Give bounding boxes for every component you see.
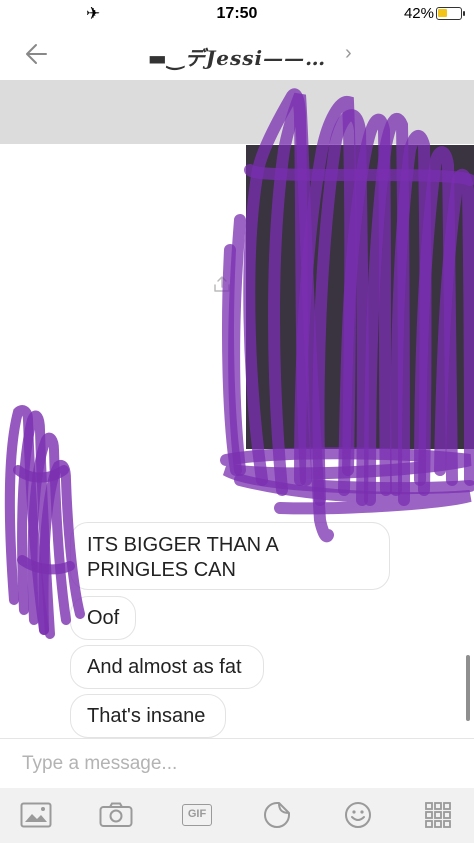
- message-bubble[interactable]: That's insane: [70, 694, 226, 738]
- battery-icon: [436, 7, 465, 20]
- sticker-button[interactable]: [259, 798, 295, 832]
- status-bar: ✈ 17:50 42%: [0, 0, 474, 28]
- more-button[interactable]: [420, 798, 456, 832]
- message-bubble[interactable]: And almost as fat: [70, 645, 264, 689]
- composer-toolbar: GIF: [0, 788, 474, 843]
- message-bubble[interactable]: Oof: [70, 596, 136, 640]
- grid-more-icon: [425, 802, 451, 828]
- chat-header: ▬‿デJessi——… ›: [0, 28, 474, 80]
- gif-button[interactable]: GIF: [179, 798, 215, 832]
- battery-percent: 42%: [403, 5, 434, 22]
- forward-share-icon[interactable]: [212, 275, 232, 293]
- scroll-indicator[interactable]: [466, 655, 470, 721]
- sticker-icon: [264, 802, 290, 828]
- message-composer: [0, 738, 474, 788]
- camera-button[interactable]: [98, 798, 134, 832]
- emoji-icon: [345, 802, 371, 828]
- image-message[interactable]: [246, 145, 474, 449]
- header-divider-band: [0, 80, 474, 144]
- message-input[interactable]: [10, 745, 460, 783]
- camera-icon: [99, 802, 133, 827]
- battery-level-fill: [438, 9, 447, 17]
- message-bubble[interactable]: ITS BIGGER THAN A PRINGLES CAN: [70, 522, 390, 590]
- gif-label: GIF: [182, 804, 212, 826]
- gallery-icon: [20, 802, 52, 828]
- emoji-button[interactable]: [340, 798, 376, 832]
- conversation-title[interactable]: ▬‿デJessi——…: [0, 42, 474, 71]
- chevron-right-icon[interactable]: ›: [345, 42, 352, 65]
- status-time: 17:50: [216, 5, 258, 22]
- gallery-button[interactable]: [18, 798, 54, 832]
